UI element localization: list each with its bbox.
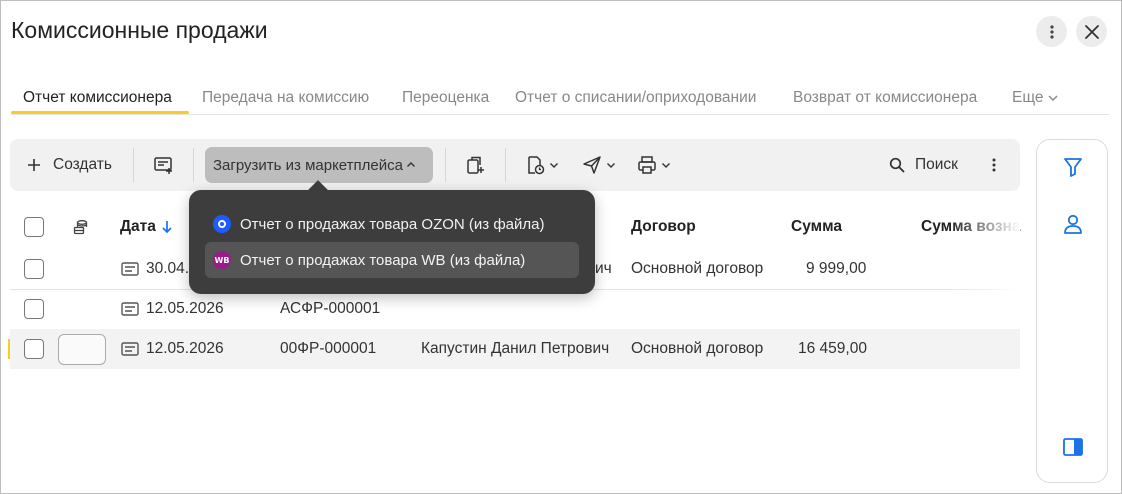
marketplace-dropdown-menu: Отчет о продажах товара OZON (из файла) …	[189, 190, 595, 294]
copy-button[interactable]	[465, 139, 485, 191]
user-button[interactable]	[1061, 212, 1085, 236]
row-fade	[950, 329, 1020, 369]
document-icon	[121, 249, 139, 289]
tab-return-from-agent[interactable]: Возврат от комиссионера	[793, 89, 977, 107]
user-icon	[1064, 214, 1082, 234]
print-button[interactable]	[637, 139, 671, 191]
filter-button[interactable]	[1061, 155, 1085, 179]
list-edit-icon	[154, 157, 172, 174]
column-settings-button[interactable]	[73, 207, 89, 247]
tab-more-label: Еще	[1012, 89, 1044, 106]
tab-transfer-to-commission[interactable]: Передача на комиссию	[202, 89, 369, 107]
row-contract: Основной договор	[631, 260, 764, 277]
search-label: Поиск	[915, 156, 958, 173]
page-title: Комиссионные продажи	[11, 17, 268, 43]
column-header-contract[interactable]: Договор	[631, 207, 696, 247]
tab-more[interactable]: Еще	[1012, 89, 1059, 107]
tab-commission-agent-report[interactable]: Отчет комиссионера	[23, 89, 172, 107]
wb-icon: WB	[213, 251, 231, 269]
load-from-marketplace-button[interactable]: Загрузить из маркетплейса	[205, 147, 433, 183]
create-button[interactable]: Создать	[27, 139, 112, 191]
row-action-button[interactable]	[58, 334, 106, 365]
document-status-button[interactable]	[525, 139, 559, 191]
table-row[interactable]: 12.05.2026 00ФР-000001 Капустин Данил Пе…	[10, 329, 1020, 369]
chevron-down-icon	[607, 163, 615, 168]
row-date: 12.05.2026	[146, 340, 224, 357]
toolbar-divider	[133, 148, 134, 182]
row-sum: 16 459,00	[798, 340, 867, 357]
row-checkbox[interactable]	[24, 259, 44, 279]
row-fade	[950, 207, 1020, 247]
document-clock-icon	[528, 156, 545, 175]
side-panel-icon	[1063, 438, 1083, 456]
side-panel	[1036, 139, 1108, 483]
coins-icon	[73, 220, 88, 235]
toggle-panel-button[interactable]	[1061, 435, 1085, 459]
create-label: Создать	[53, 156, 112, 173]
tab-write-off-report[interactable]: Отчет о списании/оприходовании	[515, 89, 756, 107]
list-settings-button[interactable]	[153, 139, 173, 191]
toolbar-more-button[interactable]	[986, 139, 1002, 191]
row-number: АСФР-000001	[280, 300, 381, 317]
search-icon	[889, 157, 905, 173]
current-row-marker	[8, 339, 10, 359]
select-all-checkbox[interactable]	[24, 217, 44, 237]
app-window: Комиссионные продажи Отчет комиссионера …	[0, 0, 1122, 494]
table-row[interactable]: 12.05.2026 АСФР-000001	[10, 289, 1020, 329]
filter-icon	[1064, 158, 1082, 177]
send-button[interactable]	[582, 139, 616, 191]
row-counterparty: Капустин Данил Петрович	[421, 340, 610, 357]
send-icon	[583, 156, 601, 174]
document-icon	[121, 289, 139, 329]
toolbar-divider	[193, 148, 194, 182]
printer-icon	[638, 156, 656, 174]
row-date: 12.05.2026	[146, 300, 224, 317]
menu-item-wb-report[interactable]: WB Отчет о продажах товара WB (из файла)	[205, 242, 579, 278]
row-fade	[950, 249, 1020, 289]
search-button[interactable]: Поиск	[889, 139, 958, 191]
row-number: 00ФР-000001	[280, 340, 377, 357]
document-icon	[121, 329, 139, 369]
menu-item-ozon-label: Отчет о продажах товара OZON (из файла)	[240, 215, 545, 233]
row-sum: 9 999,00	[806, 260, 867, 277]
vertical-dots-icon	[1049, 24, 1054, 39]
column-header-date-label: Дата	[120, 218, 156, 235]
more-options-button[interactable]	[1036, 16, 1067, 47]
chevron-down-icon	[550, 163, 558, 168]
chevron-down-icon	[1048, 95, 1058, 101]
chevron-down-icon	[662, 163, 670, 168]
toolbar: Создать Загрузить из маркетплейса Поиск	[10, 139, 1020, 191]
tab-revaluation[interactable]: Переоценка	[402, 89, 489, 107]
menu-item-wb-label: Отчет о продажах товара WB (из файла)	[240, 251, 526, 269]
row-fade	[950, 289, 1020, 329]
toolbar-divider	[445, 148, 446, 182]
row-checkbox[interactable]	[24, 339, 44, 359]
column-header-sum[interactable]: Сумма	[791, 207, 842, 247]
copy-add-icon	[467, 156, 484, 174]
close-icon	[1084, 24, 1099, 39]
column-header-date[interactable]: Дата	[120, 207, 173, 247]
close-button[interactable]	[1076, 16, 1107, 47]
row-counterparty: ич	[595, 260, 612, 277]
sort-arrow-down-icon	[162, 221, 172, 234]
plus-icon	[28, 159, 40, 171]
active-tab-indicator	[11, 111, 189, 114]
tab-bar: Отчет комиссионера Передача на комиссию …	[11, 81, 1109, 115]
load-from-marketplace-label: Загрузить из маркетплейса	[213, 156, 403, 174]
ozon-icon	[213, 215, 231, 233]
row-checkbox[interactable]	[24, 299, 44, 319]
vertical-dots-icon	[992, 158, 996, 172]
toolbar-divider	[505, 148, 506, 182]
menu-item-ozon-report[interactable]: Отчет о продажах товара OZON (из файла)	[205, 206, 579, 242]
chevron-up-icon	[406, 162, 415, 167]
row-contract: Основной договор	[631, 340, 764, 357]
